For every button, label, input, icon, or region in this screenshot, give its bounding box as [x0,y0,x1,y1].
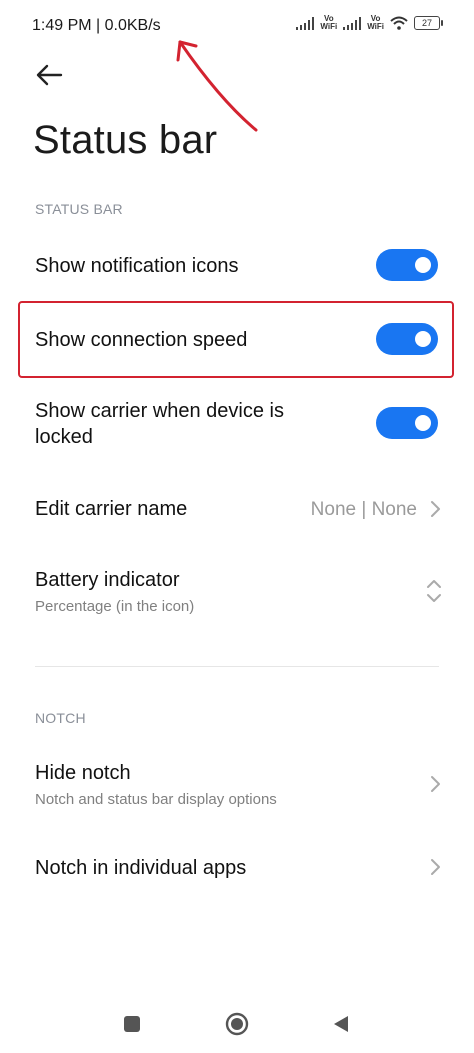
status-time-speed: 1:49 PM | 0.0KB/s [32,17,161,34]
toggle-knob [415,257,431,273]
item-edit-carrier-name[interactable]: Edit carrier name [35,498,187,521]
item-show-notification-icons[interactable]: Show notification icons [35,255,238,278]
chevron-right-icon[interactable] [428,775,442,793]
item-hide-notch[interactable]: Hide notch [35,762,131,785]
hide-notch-subtitle: Notch and status bar display options [35,791,277,808]
carrier-name-value: None | None [310,499,417,520]
item-show-carrier-locked-line2[interactable]: locked [35,426,93,449]
wifi-icon [390,16,408,30]
section-header-status-bar: STATUS BAR [35,201,123,217]
toggle-knob [415,415,431,431]
status-icons: Vo WiFi Vo WiFi 27 [296,14,443,31]
navigation-bar [0,1000,474,1053]
back-triangle-icon[interactable] [332,1014,350,1034]
vowifi-icon-2: Vo WiFi [367,14,384,31]
section-divider [35,666,439,667]
page-title: Status bar [33,118,218,162]
vowifi-icon: Vo WiFi [320,14,338,31]
battery-icon: 27 [414,16,443,30]
signal-icon-2 [343,16,362,30]
chevron-up-down-icon[interactable] [425,578,443,604]
back-arrow-icon[interactable] [34,60,64,90]
chevron-right-icon[interactable] [428,858,442,876]
item-notch-individual-apps[interactable]: Notch in individual apps [35,857,246,880]
recents-square-icon[interactable] [123,1015,141,1033]
toggle-show-notification-icons[interactable] [376,249,438,281]
toggle-knob [415,331,431,347]
toggle-show-connection-speed[interactable] [376,323,438,355]
home-circle-icon[interactable] [225,1012,249,1036]
battery-indicator-subtitle: Percentage (in the icon) [35,598,195,615]
chevron-right-icon[interactable] [428,500,442,518]
section-header-notch: NOTCH [35,710,86,726]
item-show-connection-speed[interactable]: Show connection speed [35,329,247,352]
toggle-show-carrier-locked[interactable] [376,407,438,439]
item-show-carrier-locked-line1[interactable]: Show carrier when device is [35,400,284,423]
item-battery-indicator[interactable]: Battery indicator [35,569,180,592]
signal-icon [296,16,315,30]
